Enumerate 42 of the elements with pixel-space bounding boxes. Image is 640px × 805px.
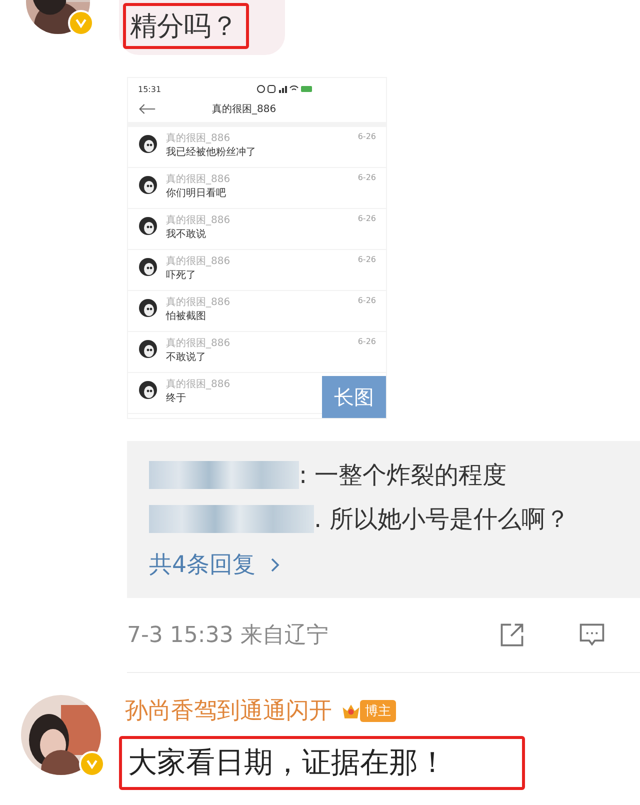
- sender-name: 真的很困_886: [166, 378, 230, 391]
- sender-name: 真的很困_886: [166, 132, 230, 145]
- message-text: 我不敢说: [166, 228, 206, 242]
- message-date: 6-26: [358, 337, 376, 346]
- chat-title: 真的很困_886: [212, 102, 276, 116]
- long-image-badge: 长图: [322, 376, 386, 418]
- chat-screenshot[interactable]: 15:31 真的很困_886 真的很困_886 我已经被他粉丝冲了 6-26 真的很困_886 你们明日看吧 6-26 真的很困_886 我不敢说 6-26 真的很困_886 吓死了 6-26 真的很困_886 怕被截图 6-26 真的很困_886 不敢说了 6-26 真的很困_886 终于 长图: [127, 77, 387, 419]
- avatar-icon: [138, 298, 158, 318]
- avatar-icon: [138, 175, 158, 195]
- chevron-icon: [270, 556, 280, 572]
- sender-name: 真的很困_886: [166, 255, 230, 268]
- comment-text: 大家看日期，证据在那！: [119, 736, 525, 790]
- avatar-icon: [138, 216, 158, 236]
- message-date: 6-26: [358, 132, 376, 141]
- blogger-badge: 博主: [360, 700, 396, 722]
- message-date: 6-26: [358, 255, 376, 264]
- message-text: 不敢说了: [166, 351, 206, 365]
- reply-text: : 一整个炸裂的程度: [299, 460, 507, 491]
- avatar-icon: [138, 339, 158, 359]
- message-text: 怕被截图: [166, 310, 206, 324]
- message-text: 终于: [166, 392, 186, 406]
- user-name[interactable]: 孙尚香驾到通通闪开: [125, 695, 332, 726]
- sender-name: 真的很困_886: [166, 337, 230, 350]
- back-arrow-icon[interactable]: [138, 103, 156, 115]
- message-text: 我已经被他粉丝冲了: [166, 146, 256, 160]
- more-replies-link[interactable]: 共4条回复: [149, 549, 640, 580]
- message-date: 6-26: [358, 173, 376, 182]
- status-time: 15:31: [138, 84, 162, 94]
- sender-name: 真的很困_886: [166, 214, 230, 227]
- comment-text: 精分吗？: [123, 3, 249, 49]
- sender-name: 真的很困_886: [166, 173, 230, 186]
- message-date: 6-26: [358, 214, 376, 223]
- share-icon[interactable]: [498, 621, 526, 649]
- reply-text: . 所以她小号是什么啊？: [314, 504, 570, 535]
- avatar-icon: [138, 380, 158, 400]
- sender-name: 真的很困_886: [166, 296, 230, 309]
- message-date: 6-26: [358, 296, 376, 305]
- message-text: 你们明日看吧: [166, 186, 226, 201]
- message-text: 吓死了: [166, 269, 196, 283]
- comment-meta: 7-3 15:33 来自辽宁: [127, 622, 330, 650]
- avatar-icon: [138, 257, 158, 277]
- avatar-icon: [138, 134, 158, 154]
